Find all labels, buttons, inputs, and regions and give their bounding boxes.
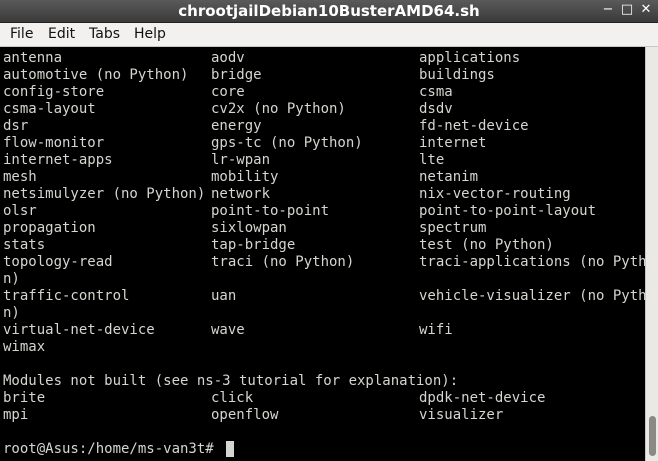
terminal-text: fd-net-device bbox=[419, 118, 529, 134]
terminal-line: mpi openflow visualizer bbox=[0, 407, 645, 424]
terminal-text: traffic-control bbox=[3, 288, 130, 304]
terminal-text: netanim bbox=[419, 169, 479, 185]
title-bar[interactable]: chrootjailDebian10BusterAMD64.sh − □ ✕ bbox=[0, 0, 658, 23]
terminal-text: spectrum bbox=[419, 220, 487, 236]
terminal-line: virtual-net-device wave wifi bbox=[0, 322, 645, 339]
terminal-text: internet-apps bbox=[3, 152, 113, 168]
terminal-text: lte bbox=[419, 152, 445, 168]
terminal-text: vehicle-visualizer (no Pytho bbox=[419, 288, 645, 304]
menu-tabs[interactable]: Tabs bbox=[89, 23, 120, 46]
terminal-text: dsdv bbox=[419, 101, 453, 117]
terminal-line: traffic-control uan vehicle-visualizer (no… bbox=[0, 288, 645, 305]
maximize-icon[interactable]: □ bbox=[620, 3, 634, 17]
terminal-text: tap-bridge bbox=[211, 237, 296, 253]
terminal-line: topology-read traci (no Python) traci-appl… bbox=[0, 254, 645, 271]
terminal-text: point-to-point-layout bbox=[419, 203, 597, 219]
terminal-text: olsr bbox=[3, 203, 37, 219]
terminal-text: automotive (no Python) bbox=[3, 67, 189, 83]
menu-help[interactable]: Help bbox=[134, 23, 166, 46]
terminal-text: dpdk-net-device bbox=[419, 390, 546, 406]
scrollbar-thumb[interactable] bbox=[649, 416, 656, 456]
terminal-text: n) bbox=[3, 305, 20, 321]
terminal-scrollbar[interactable] bbox=[645, 47, 658, 461]
minimize-icon[interactable]: − bbox=[601, 3, 615, 17]
terminal-text: config-store bbox=[3, 84, 105, 100]
menu-edit[interactable]: Edit bbox=[48, 23, 75, 46]
terminal-line: wimax bbox=[0, 339, 645, 356]
terminal-line: brite click dpdk-net-device bbox=[0, 390, 645, 407]
terminal-text: sixlowpan bbox=[211, 220, 287, 236]
terminal-text: energy bbox=[211, 118, 262, 134]
terminal-line: flow-monitor gps-tc (no Python) internet bbox=[0, 135, 645, 152]
terminal-text: dsr bbox=[3, 118, 29, 134]
terminal-text: wifi bbox=[419, 322, 453, 338]
terminal-text: lr-wpan bbox=[211, 152, 271, 168]
terminal-text: applications bbox=[419, 50, 521, 66]
terminal-text: openflow bbox=[211, 407, 279, 423]
terminal-text: wimax bbox=[3, 339, 46, 355]
terminal-text: flow-monitor bbox=[3, 135, 105, 151]
terminal-text: gps-tc (no Python) bbox=[211, 135, 363, 151]
terminal-text: n) bbox=[3, 271, 20, 287]
terminal-text: test (no Python) bbox=[419, 237, 554, 253]
terminal-line: propagation sixlowpan spectrum bbox=[0, 220, 645, 237]
terminal-text: Modules not built (see ns-3 tutorial for… bbox=[3, 373, 459, 389]
terminal-line: config-store core csma bbox=[0, 84, 645, 101]
terminal-line: mesh mobility netanim bbox=[0, 169, 645, 186]
close-icon[interactable]: ✕ bbox=[639, 3, 653, 17]
terminal-text: nix-vector-routing bbox=[419, 186, 571, 202]
terminal-text: mesh bbox=[3, 169, 37, 185]
terminal-text: cv2x (no Python) bbox=[211, 101, 346, 117]
terminal-text: point-to-point bbox=[211, 203, 330, 219]
terminal-text: network bbox=[211, 186, 271, 202]
menu-bar: File Edit Tabs Help bbox=[0, 23, 658, 47]
terminal-text: buildings bbox=[419, 67, 495, 83]
terminal-line: stats tap-bridge test (no Python) bbox=[0, 237, 645, 254]
terminal-text: netsimulyzer (no Python) bbox=[3, 186, 206, 202]
terminal-window: chrootjailDebian10BusterAMD64.sh − □ ✕ F… bbox=[0, 0, 658, 461]
terminal-line: internet-apps lr-wpan lte bbox=[0, 152, 645, 169]
terminal-line: csma-layout cv2x (no Python) dsdv bbox=[0, 101, 645, 118]
terminal-line: olsr point-to-point point-to-point-layout bbox=[0, 203, 645, 220]
terminal-text: mobility bbox=[211, 169, 279, 185]
shell-prompt: root@Asus:/home/ms-van3t# bbox=[3, 441, 223, 457]
terminal-text: uan bbox=[211, 288, 237, 304]
terminal-text: wave bbox=[211, 322, 245, 338]
terminal-line: automotive (no Python) bridge buildings bbox=[0, 67, 645, 84]
menu-file[interactable]: File bbox=[10, 23, 33, 46]
terminal-output[interactable]: antenna aodv applications automotive (no Py… bbox=[0, 47, 645, 461]
terminal-text: traci (no Python) bbox=[211, 254, 355, 270]
terminal-line: n) bbox=[0, 305, 645, 322]
terminal-text: aodv bbox=[211, 50, 245, 66]
terminal-line: Modules not built (see ns-3 tutorial for… bbox=[0, 373, 645, 390]
terminal-line: n) bbox=[0, 271, 645, 288]
terminal-text: csma-layout bbox=[3, 101, 96, 117]
terminal-text: virtual-net-device bbox=[3, 322, 155, 338]
terminal-line: antenna aodv applications bbox=[0, 50, 645, 67]
terminal-text: topology-read bbox=[3, 254, 113, 270]
terminal-text: stats bbox=[3, 237, 46, 253]
terminal-text: bridge bbox=[211, 67, 262, 83]
window-title: chrootjailDebian10BusterAMD64.sh bbox=[178, 2, 480, 20]
terminal-text: mpi bbox=[3, 407, 29, 423]
terminal-text: antenna bbox=[3, 50, 63, 66]
terminal-text: propagation bbox=[3, 220, 96, 236]
terminal-text: internet bbox=[419, 135, 487, 151]
text-cursor bbox=[226, 441, 234, 457]
prompt-line[interactable]: root@Asus:/home/ms-van3t# bbox=[0, 441, 645, 458]
terminal-text: csma bbox=[419, 84, 453, 100]
terminal-line: dsr energy fd-net-device bbox=[0, 118, 645, 135]
terminal-text: click bbox=[211, 390, 254, 406]
terminal-text: traci-applications (no Pytho bbox=[419, 254, 645, 270]
terminal-text: core bbox=[211, 84, 245, 100]
terminal-text: brite bbox=[3, 390, 46, 406]
terminal-text: visualizer bbox=[419, 407, 504, 423]
terminal-line: netsimulyzer (no Python) network nix-vecto… bbox=[0, 186, 645, 203]
